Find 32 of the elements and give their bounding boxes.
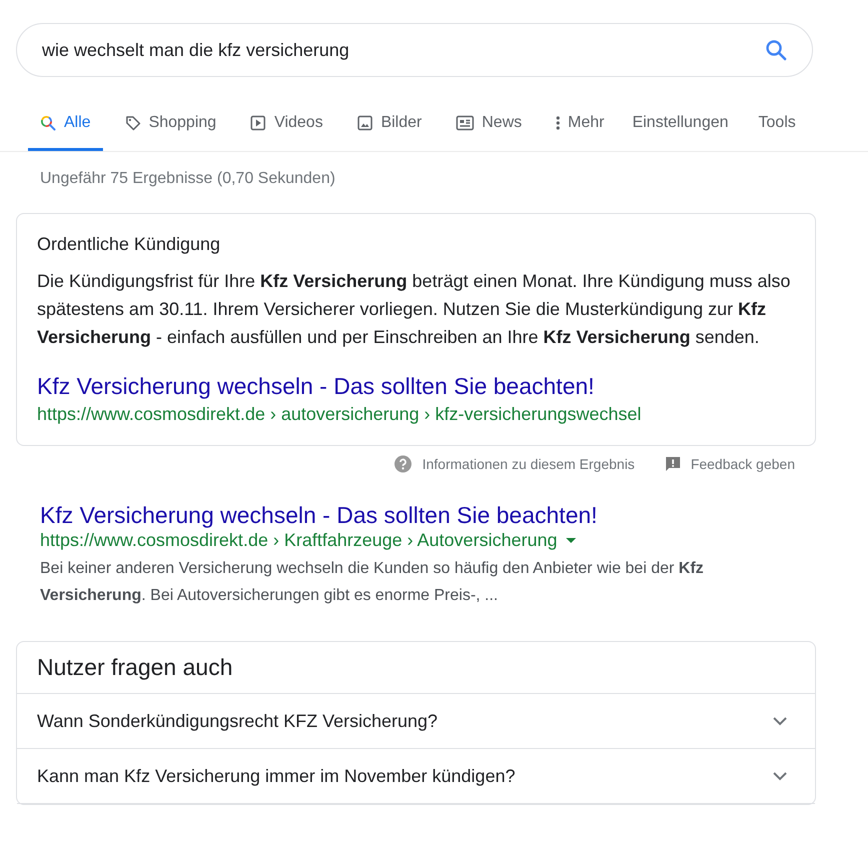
- result-url: https://www.cosmosdirekt.de › Kraftfahrzeuge › Autoversicherung: [40, 530, 558, 551]
- snippet-text: Die Kündigungsfrist für Ihre Kfz Versicherung beträgt einen Monat. Ihre Kündigung muss also spätestens am 30.11. Ihrem Versicherer vorliegen. Nutzen Sie die Musterkündigung zur Kfz Versicherung - einfach ausfüllen und per Einschreiben an Ihre Kfz Versicherung senden.: [37, 270, 792, 349]
- result-title-link[interactable]: Kfz Versicherung wechseln - Das sollten Sie beachten!: [37, 371, 795, 401]
- tab[interactable]: News: [444, 95, 534, 151]
- search-icon[interactable]: [764, 38, 788, 62]
- tab[interactable]: Alle: [28, 95, 103, 151]
- feedback-link[interactable]: Feedback geben: [690, 456, 795, 472]
- question-item[interactable]: Wann Sonderkündigungsrecht KFZ Versicherung?: [17, 694, 815, 749]
- result-stats: Ungefähr 75 Ergebnisse (0,70 Sekunden): [39, 169, 336, 189]
- search-field[interactable]: wie wechselt man die kfz versicherung: [16, 23, 813, 77]
- image-icon: [356, 115, 373, 131]
- question-item[interactable]: Kann man Kfz Versicherung immer im November kündigen?: [17, 749, 815, 804]
- questions-heading: Nutzer fragen auch: [17, 654, 815, 694]
- more-icon: [556, 115, 560, 131]
- tab[interactable]: Shopping: [112, 95, 228, 151]
- feedback-icon[interactable]: [664, 456, 681, 472]
- info-link[interactable]: Informationen zu diesem Ergebnis: [422, 456, 635, 472]
- search-icon: [40, 115, 56, 131]
- result-url: https://www.cosmosdirekt.de › autoversicherung › kfz-versicherungswechsel: [37, 404, 642, 425]
- snippet-heading: Ordentliche Kündigung: [37, 234, 222, 255]
- news-icon: [456, 115, 474, 131]
- result-description: Bei keiner anderen Versicherung wechseln die Kunden so häufig den Anbieter wie bei der Kfz Versicherung. Bei Autoversicherungen gibt es enorme Preis-, ...: [40, 559, 705, 606]
- result-title-link[interactable]: Kfz Versicherung wechseln - Das sollten Sie beachten!: [40, 500, 800, 530]
- help-icon[interactable]: [394, 455, 412, 473]
- tab[interactable]: Bilder: [344, 95, 434, 151]
- tag-icon: [124, 115, 141, 131]
- tab[interactable]: Mehr: [544, 95, 616, 151]
- play-icon: [250, 115, 266, 131]
- tools-link[interactable]: Einstellungen: [632, 95, 728, 151]
- tools-link[interactable]: Tools: [758, 95, 796, 151]
- caret-icon[interactable]: [566, 538, 576, 544]
- tab[interactable]: Videos: [238, 95, 335, 151]
